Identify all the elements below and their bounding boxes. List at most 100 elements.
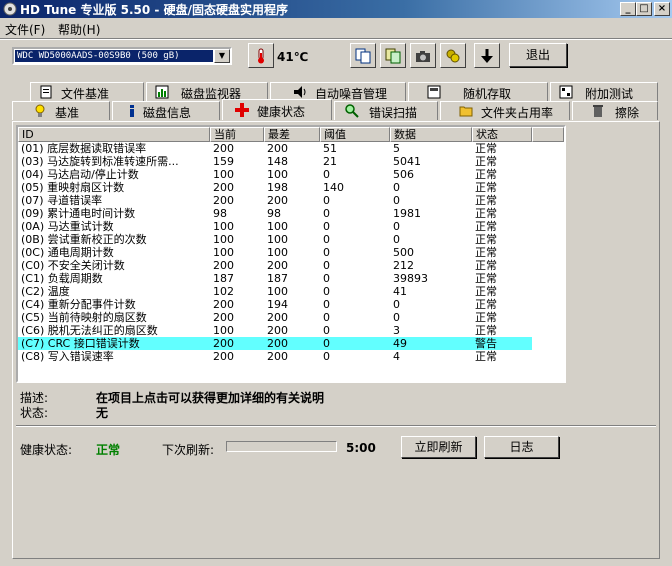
row-status: 正常: [475, 311, 497, 324]
screenshot-button[interactable]: [410, 43, 436, 68]
row-threshold: 51: [323, 142, 337, 155]
col-header-data[interactable]: 数据: [390, 127, 472, 142]
tests-icon: [559, 85, 573, 99]
drive-select[interactable]: WDC WD5000AADS-00S9B0 (500 gB) ▼: [12, 47, 232, 65]
row-data: 0: [393, 233, 400, 246]
col-header-threshold[interactable]: 阈值: [320, 127, 390, 142]
tab-erase[interactable]: 擦除: [572, 101, 658, 120]
row-data: 39893: [393, 272, 428, 285]
row-id: (03) 马达旋转到标准转速所需...: [21, 155, 179, 168]
tab-folder-usage[interactable]: 文件夹占用率: [440, 101, 570, 120]
tab-benchmark[interactable]: 基准: [12, 101, 110, 120]
tab-random-access[interactable]: 随机存取: [408, 82, 548, 101]
dropdown-arrow-icon[interactable]: ▼: [214, 49, 230, 63]
row-status: 正常: [475, 233, 497, 246]
table-row[interactable]: (C8) 写入错误速率 200 200 0 4 正常: [18, 350, 564, 363]
save-button[interactable]: [474, 43, 500, 68]
exit-button[interactable]: 退出: [509, 43, 567, 67]
col-header-id[interactable]: ID: [18, 127, 210, 142]
row-worst: 100: [267, 246, 288, 259]
smart-attribute-list[interactable]: ID 当前 最差 阈值 数据 状态 (01) 底层数据读取错误率 200 200 51…: [16, 125, 566, 383]
col-header-current[interactable]: 当前: [210, 127, 264, 142]
row-threshold: 0: [323, 350, 330, 363]
table-row[interactable]: (04) 马达启动/停止计数 100 100 0 506 正常: [18, 168, 564, 181]
row-status: 正常: [475, 168, 497, 181]
row-current: 100: [213, 233, 234, 246]
row-threshold: 0: [323, 324, 330, 337]
row-data: 0: [393, 220, 400, 233]
table-row[interactable]: (C1) 负载周期数 187 187 0 39893 正常: [18, 272, 564, 285]
red-cross-icon: [235, 103, 249, 117]
temperature-value: 41℃: [277, 50, 309, 64]
row-worst: 187: [267, 272, 288, 285]
row-current: 200: [213, 194, 234, 207]
col-header-status[interactable]: 状态: [472, 127, 532, 142]
row-current: 100: [213, 324, 234, 337]
table-row[interactable]: (C7) CRC 接口错误计数 200 200 0 49 警告: [18, 337, 532, 350]
row-worst: 98: [267, 207, 281, 220]
table-row[interactable]: (C5) 当前待映射的扇区数 200 200 0 0 正常: [18, 311, 564, 324]
row-current: 100: [213, 246, 234, 259]
row-id: (01) 底层数据读取错误率: [21, 142, 147, 155]
row-id: (C0) 不安全关闭计数: [21, 259, 125, 272]
table-row[interactable]: (C2) 温度 102 100 0 41 正常: [18, 285, 564, 298]
copy-info-button[interactable]: [350, 43, 376, 68]
row-worst: 200: [267, 142, 288, 155]
row-current: 159: [213, 155, 234, 168]
row-threshold: 0: [323, 194, 330, 207]
table-row[interactable]: (07) 寻道错误率 200 200 0 0 正常: [18, 194, 564, 207]
row-status: 正常: [475, 272, 497, 285]
row-threshold: 0: [323, 259, 330, 272]
log-button[interactable]: 日志: [484, 436, 559, 458]
refresh-now-button[interactable]: 立即刷新: [401, 436, 476, 458]
table-row[interactable]: (09) 累计通电时间计数 98 98 0 1981 正常: [18, 207, 564, 220]
close-button[interactable]: ×: [654, 2, 670, 16]
tab-health[interactable]: 健康状态: [222, 99, 332, 120]
menu-help[interactable]: 帮助(H): [58, 21, 100, 38]
table-row[interactable]: (03) 马达旋转到标准转速所需... 159 148 21 5041 正常: [18, 155, 564, 168]
row-threshold: 21: [323, 155, 337, 168]
row-threshold: 0: [323, 311, 330, 324]
file-icon: [40, 85, 52, 99]
row-worst: 100: [267, 285, 288, 298]
tab-extra-tests[interactable]: 附加测试: [550, 82, 658, 101]
tab-disk-info[interactable]: 磁盘信息: [112, 101, 220, 120]
table-row[interactable]: (0B) 尝试重新校正的次数 100 100 0 0 正常: [18, 233, 564, 246]
row-worst: 200: [267, 311, 288, 324]
row-current: 200: [213, 350, 234, 363]
table-row[interactable]: (C0) 不安全关闭计数 200 200 0 212 正常: [18, 259, 564, 272]
row-threshold: 0: [323, 272, 330, 285]
col-header-worst[interactable]: 最差: [264, 127, 320, 142]
copy-all-button[interactable]: [380, 43, 406, 68]
table-row[interactable]: (0C) 通电周期计数 100 100 0 500 正常: [18, 246, 564, 259]
status-label: 状态:: [20, 406, 49, 420]
row-data: 0: [393, 298, 400, 311]
row-threshold: 0: [323, 220, 330, 233]
info-icon: [130, 105, 134, 117]
row-worst: 100: [267, 220, 288, 233]
health-status-value: 正常: [96, 443, 121, 457]
copy-icon: [355, 48, 371, 64]
table-row[interactable]: (01) 底层数据读取错误率 200 200 51 5 正常: [18, 142, 564, 155]
maximize-button[interactable]: □: [636, 2, 652, 16]
tab-file-benchmark[interactable]: 文件基准: [30, 82, 144, 101]
title-bar: HD Tune 专业版 5.50 - 硬盘/固态硬盘实用程序 _ □ ×: [0, 0, 672, 18]
row-worst: 100: [267, 168, 288, 181]
row-data: 0: [393, 194, 400, 207]
row-worst: 200: [267, 337, 288, 350]
drive-select-value: WDC WD5000AADS-00S9B0 (500 gB): [15, 50, 213, 62]
row-current: 102: [213, 285, 234, 298]
row-status: 正常: [475, 207, 497, 220]
table-row[interactable]: (C4) 重新分配事件计数 200 194 0 0 正常: [18, 298, 564, 311]
options-button[interactable]: [440, 43, 466, 68]
row-id: (C8) 写入错误速率: [21, 350, 114, 363]
menu-file[interactable]: 文件(F): [5, 21, 45, 38]
tab-error-scan[interactable]: 错误扫描: [334, 101, 438, 120]
minimize-button[interactable]: _: [620, 2, 636, 16]
table-row[interactable]: (C6) 脱机无法纠正的扇区数 100 200 0 3 正常: [18, 324, 564, 337]
table-row[interactable]: (0A) 马达重试计数 100 100 0 0 正常: [18, 220, 564, 233]
description-value: 在项目上点击可以获得更加详细的有关说明: [96, 391, 325, 405]
thermometer-icon: [248, 43, 274, 68]
table-row[interactable]: (05) 重映射扇区计数 200 198 140 0 正常: [18, 181, 564, 194]
row-data: 1981: [393, 207, 421, 220]
